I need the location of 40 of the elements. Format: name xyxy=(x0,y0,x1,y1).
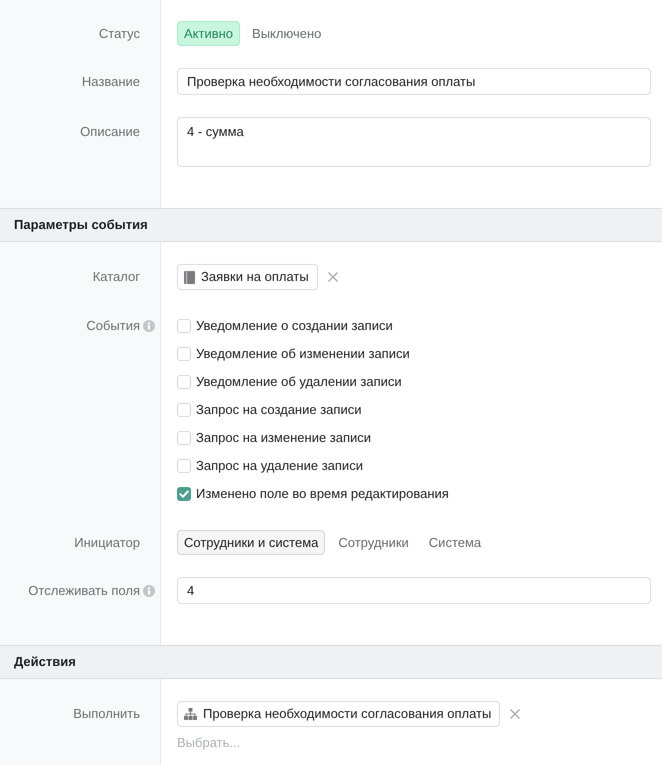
remove-button[interactable] xyxy=(326,270,340,284)
checkbox-label[interactable]: Изменено поле во время редактирования xyxy=(196,484,449,504)
field-label: События xyxy=(86,317,140,336)
checkbox[interactable] xyxy=(177,319,191,333)
sitemap-icon xyxy=(184,708,197,720)
catalog-chip[interactable]: Заявки на оплаты xyxy=(177,264,318,290)
field-label: Описание xyxy=(80,123,140,142)
checkbox[interactable] xyxy=(177,403,191,417)
segment-option[interactable]: Сотрудники и система xyxy=(177,530,326,555)
field-label: Статус xyxy=(98,24,140,43)
close-icon xyxy=(510,709,520,719)
checkbox-label[interactable]: Запрос на изменение записи xyxy=(196,428,372,448)
status-option[interactable]: Выключено xyxy=(245,21,328,46)
field-label: Каталог xyxy=(92,268,140,286)
checkbox[interactable] xyxy=(177,375,191,389)
book-icon xyxy=(184,270,195,284)
segment-option[interactable]: Сотрудники xyxy=(331,530,416,555)
checkbox-label[interactable]: Запрос на удаление записи xyxy=(196,456,363,476)
section-header: Действия xyxy=(0,645,662,679)
segment-option[interactable]: Система xyxy=(422,530,488,555)
checkbox-label[interactable]: Запрос на создание записи xyxy=(196,400,362,420)
remove-button[interactable] xyxy=(508,707,522,721)
field-label: Название xyxy=(82,72,140,91)
checkbox-label[interactable]: Уведомление об удалении записи xyxy=(196,372,402,392)
action-chip[interactable]: Проверка необходимости согласования оплаты xyxy=(177,701,500,727)
status-option[interactable]: Активно xyxy=(177,21,240,46)
text-input[interactable]: 4 xyxy=(177,577,651,604)
field-label: Отслеживать поля xyxy=(28,582,140,600)
section-header: Параметры события xyxy=(0,208,662,242)
checkbox-label[interactable]: Уведомление об изменении записи xyxy=(196,344,410,364)
checkbox[interactable] xyxy=(177,431,191,445)
checkbox[interactable] xyxy=(177,459,191,473)
text-input[interactable]: Проверка необходимости согласования оплаты xyxy=(177,68,651,95)
close-icon xyxy=(328,272,338,282)
checkbox-label[interactable]: Уведомление о создании записи xyxy=(196,316,393,336)
field-label: Инициатор xyxy=(74,534,140,552)
checkbox[interactable] xyxy=(177,347,191,361)
checkbox[interactable] xyxy=(177,487,191,501)
textarea-field[interactable]: 4 - сумма xyxy=(177,117,651,167)
field-label: Выполнить xyxy=(73,705,140,724)
